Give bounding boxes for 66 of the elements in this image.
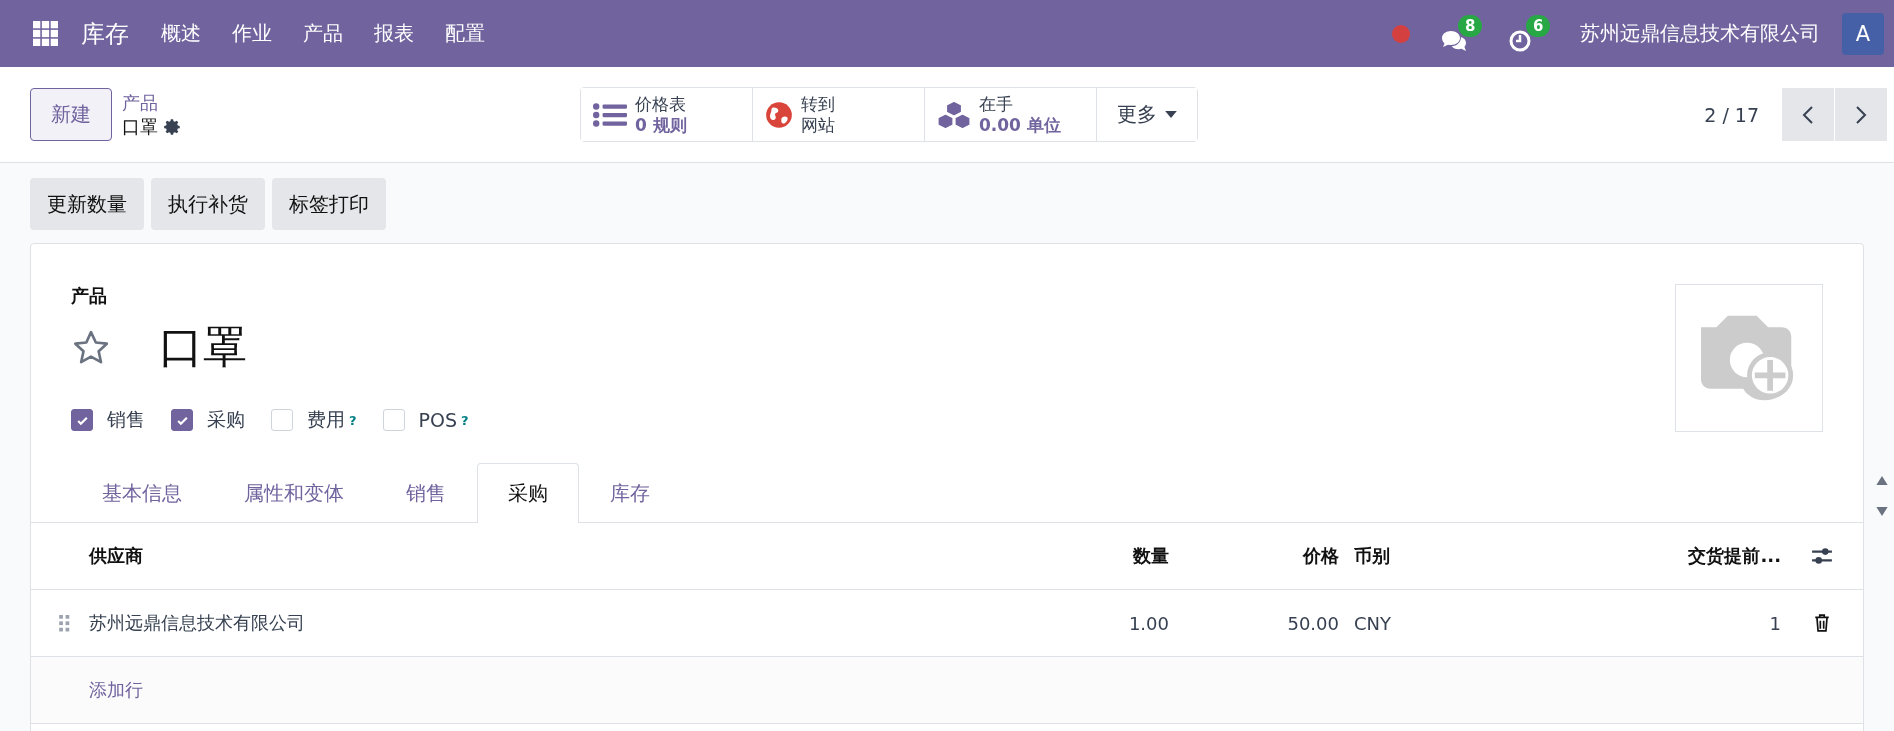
tab[interactable]: 库存 — [579, 463, 681, 523]
table-cell: 1.00 — [1128, 612, 1169, 634]
gear-icon[interactable] — [164, 117, 182, 136]
tab[interactable]: 属性和变体 — [213, 463, 375, 523]
table-cell: 1 — [1769, 612, 1781, 634]
company-name[interactable]: 苏州远鼎信息技术有限公司 — [1580, 20, 1820, 47]
message-count: 8 — [1458, 14, 1483, 37]
drag-handle-icon[interactable] — [58, 614, 70, 632]
new-button[interactable]: 新建 — [30, 88, 112, 141]
trash-icon[interactable] — [1814, 614, 1830, 632]
tab[interactable]: 基本信息 — [71, 463, 213, 523]
product-name[interactable]: 口罩 — [159, 318, 247, 377]
chevron-right-icon — [1855, 104, 1867, 125]
checkbox-label[interactable]: 销售 — [107, 407, 145, 433]
column-header[interactable]: 币别 — [1339, 544, 1554, 568]
help-tooltip[interactable]: ? — [349, 412, 357, 428]
menu-item[interactable]: 作业 — [232, 20, 272, 47]
action-button[interactable]: 更新数量 — [30, 178, 144, 230]
clock-icon — [1508, 28, 1532, 53]
smart-button[interactable]: 价格表 0 规则 — [581, 88, 753, 141]
checkbox-label[interactable]: POS — [418, 409, 458, 431]
menu-item[interactable]: 概述 — [161, 20, 201, 47]
column-header[interactable]: 交货提前... — [1688, 544, 1781, 568]
globe-icon — [765, 100, 793, 129]
scroll-down-icon[interactable] — [1876, 507, 1888, 516]
menu-item[interactable]: 产品 — [303, 20, 343, 47]
column-header[interactable]: 数量 — [1133, 544, 1169, 568]
action-button[interactable]: 执行补货 — [151, 178, 265, 230]
table-cell-text: 苏州远鼎信息技术有限公司 — [89, 611, 306, 635]
add-line-link[interactable]: 添加行 — [89, 678, 1019, 702]
menu-item[interactable]: 配置 — [445, 20, 485, 47]
checkbox[interactable] — [71, 409, 93, 431]
chevron-left-icon — [1802, 104, 1814, 125]
action-button[interactable]: 标签打印 — [272, 178, 386, 230]
column-header[interactable]: 价格 — [1303, 544, 1339, 568]
scroll-up-icon[interactable] — [1876, 476, 1888, 485]
cubes-icon — [937, 99, 971, 130]
checkbox-label[interactable]: 采购 — [207, 407, 245, 433]
list-icon — [593, 101, 627, 128]
breadcrumb-link[interactable]: 产品 — [122, 90, 402, 115]
chat-icon — [1440, 28, 1468, 53]
form-label: 产品 — [71, 284, 108, 308]
status-dot-icon — [1392, 24, 1410, 43]
user-avatar[interactable]: A — [1842, 12, 1884, 55]
table-cell-text: CNY — [1353, 612, 1393, 634]
sliders-icon[interactable] — [1811, 547, 1833, 565]
pager-value[interactable]: 2 / 17 — [1704, 103, 1759, 126]
breadcrumb-current: 口罩 — [122, 114, 158, 139]
smart-button-label: 价格表 — [635, 94, 687, 115]
column-header[interactable]: 供应商 — [89, 544, 1019, 568]
tab[interactable]: 采购 — [477, 463, 579, 523]
menu-item[interactable]: 报表 — [374, 20, 414, 47]
help-tooltip[interactable]: ? — [461, 412, 469, 428]
smart-button-value: 0.00 单位 — [979, 114, 1061, 135]
tab[interactable]: 销售 — [375, 463, 477, 523]
smart-button-label: 在手 — [979, 94, 1014, 115]
smart-button-label: 转到 — [801, 94, 835, 115]
checkbox[interactable] — [171, 409, 193, 431]
caret-icon — [1165, 111, 1177, 118]
smart-button-value: 0 规则 — [635, 114, 687, 135]
table-cell: 50.00 — [1287, 612, 1339, 634]
smart-button-value: 网站 — [801, 114, 835, 135]
activity-count: 6 — [1526, 14, 1551, 37]
app-name[interactable]: 库存 — [81, 17, 129, 50]
checkbox-label[interactable]: 费用 — [307, 407, 345, 433]
app-grid-icon[interactable] — [33, 21, 58, 46]
